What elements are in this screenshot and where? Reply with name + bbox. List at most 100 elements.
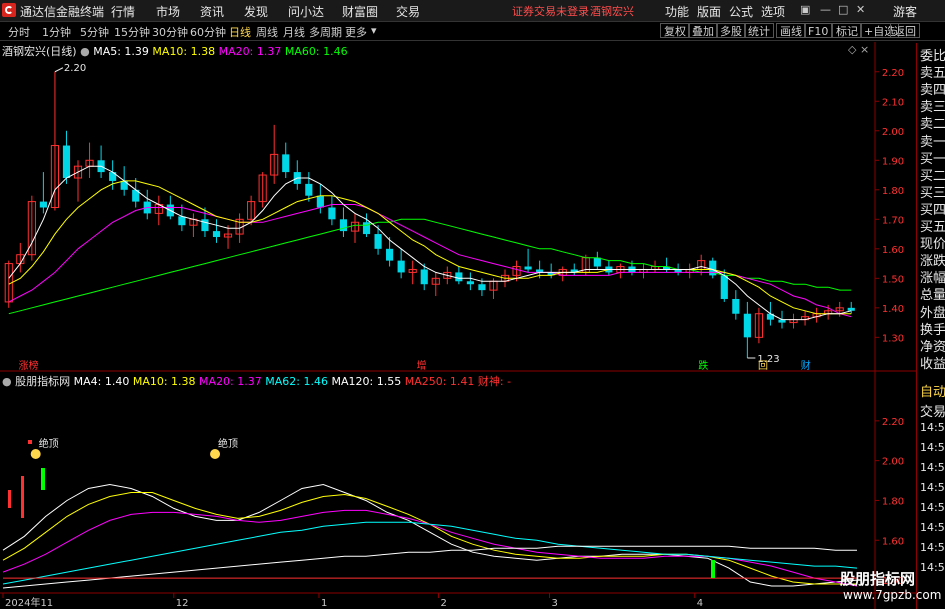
menu-item-news[interactable]: 资讯 [200,3,224,20]
chart-area[interactable]: 1.30 1.40 1.50 1.60 1.70 1.80 1.90 2.00 2.10 2.20… [0,42,916,609]
menu-options[interactable]: 选项 [761,3,785,20]
ma10-label: MA10: 1.38 [152,45,216,58]
period-tab-30min[interactable]: 30分钟 [152,24,188,40]
sidebar-item[interactable]: 14:56 [920,481,945,494]
mark-button[interactable]: 标记 [832,23,862,38]
y-tick-label: 2.00 [882,127,904,138]
menu-item-discover[interactable]: 发现 [244,3,268,20]
y-tick-label: 1.90 [882,156,904,167]
candle-body [386,248,394,261]
sidebar-item[interactable]: 14:56 [920,541,945,554]
y-tick-label: 2.10 [882,97,904,108]
period-tab-daily[interactable]: 日线 [229,24,251,40]
ma20-line [8,204,852,318]
menu-item-wealth[interactable]: 财富圈 [342,3,378,20]
y-tick-label: 1.80 [882,496,904,507]
candle-body [201,219,209,232]
draw-line-button[interactable]: 画线 [776,23,806,38]
menu-function[interactable]: 功能 [665,3,689,20]
chevron-down-icon[interactable]: ▾ [371,24,377,37]
y-tick-label: 2.00 [882,457,904,468]
sidebar-item[interactable]: 自动 [920,381,945,400]
buy-signal-bar [41,468,45,490]
menu-item-market[interactable]: 市场 [156,3,180,20]
overlay-button[interactable]: 叠加 [688,23,718,38]
sidebar-item[interactable]: 交易 [920,401,945,420]
main-price-panel[interactable] [4,71,855,358]
menu-layout[interactable]: 版面 [697,3,721,20]
ma60-label: MA60: 1.46 [284,45,348,58]
sidebar-item[interactable]: 14:56 [920,561,945,574]
candle-body [339,219,348,232]
ma20-label: MA20: 1.37 [218,45,282,58]
period-tab-timeshare[interactable]: 分时 [8,24,30,40]
candle-body [847,307,855,311]
candle-body [39,201,47,208]
period-toolbar: 分时 1分钟 5分钟 15分钟 30分钟 60分钟 日线 周线 月线 多周期 更… [0,22,945,41]
candle-body [720,275,728,299]
indicator-panel[interactable] [2,440,858,589]
indicator-title: 股朋指标网 [15,375,71,388]
buy-signal-bar [711,560,715,578]
signal-marker: 涨榜 [19,359,39,372]
stats-button[interactable]: 统计 [744,23,774,38]
x-tick-label: 2024年11 [5,596,53,609]
signal-marker: 增 [416,359,426,372]
skin-icon[interactable]: ▣ [800,3,810,16]
adjust-button[interactable]: 复权 [660,23,690,38]
candle-body [524,266,532,270]
period-tab-15min[interactable]: 15分钟 [114,24,150,40]
y-tick-label: 2.20 [882,68,904,79]
period-tab-monthly[interactable]: 月线 [283,24,305,40]
f10-button[interactable]: F10 [804,23,833,38]
period-tab-weekly[interactable]: 周线 [256,24,278,40]
collapse-icon[interactable]: ● [2,375,12,388]
candle-body [478,284,486,291]
period-tab-more[interactable]: 更多 [345,24,367,40]
x-tick-label: 1 [321,598,327,609]
y-tick-label: 1.80 [882,186,904,197]
sidebar-item[interactable]: 14:56 [920,501,945,514]
minimize-icon[interactable]: — [820,3,831,16]
app-title: 通达信金融终端 [20,5,105,19]
login-warning[interactable]: 证券交易未登录 [512,3,589,19]
menu-item-trade[interactable]: 交易 [396,3,420,20]
sidebar-item[interactable]: 14:56 [920,461,945,474]
back-button[interactable]: 返回 [890,23,920,38]
period-tab-1min[interactable]: 1分钟 [42,24,71,40]
guest-label[interactable]: 游客 [893,3,917,20]
candle-body [178,216,186,226]
signal-marker: 财 [801,359,811,372]
period-tab-5min[interactable]: 5分钟 [80,24,109,40]
indicator-line [2,509,858,587]
sell-signal-bar [8,490,11,508]
maximize-icon[interactable]: □ [838,3,848,16]
smiley-icon [30,449,41,459]
menu-item-quotes[interactable]: 行情 [111,3,135,20]
collapse-icon[interactable]: ● [80,45,90,58]
sidebar-item[interactable]: 收益 [920,353,945,372]
candle-body [732,298,740,314]
menu-formula[interactable]: 公式 [729,3,753,20]
menu-item-assistant[interactable]: 问小达 [288,3,324,20]
title-bar: 通达信金融终端 行情 市场 资讯 发现 问小达 财富圈 交易 证券交易未登录 酒… [0,0,945,22]
y-tick-label: 1.40 [882,304,904,315]
close-icon[interactable]: ✕ [856,3,865,16]
stock-title: 酒钢宏兴(日线) [2,45,77,58]
indicator-line [2,483,858,587]
stock-link[interactable]: 酒钢宏兴 [590,3,634,19]
multi-stock-button[interactable]: 多股 [716,23,746,38]
smiley-icon [210,449,221,459]
settings-icon[interactable]: ◇ × [848,43,869,56]
ma60-line [8,218,852,315]
chart-frame [0,42,916,609]
ma5-label: MA5: 1.39 [93,45,149,58]
period-tab-multi[interactable]: 多周期 [309,24,342,40]
sidebar-item[interactable]: 14:56 [920,521,945,534]
candle-body [397,260,405,273]
sidebar-item[interactable]: 14:56 [920,421,945,434]
sidebar-item[interactable]: 14:56 [920,441,945,454]
candle-body [305,183,313,196]
period-tab-60min[interactable]: 60分钟 [190,24,226,40]
signal-dot [28,440,32,444]
